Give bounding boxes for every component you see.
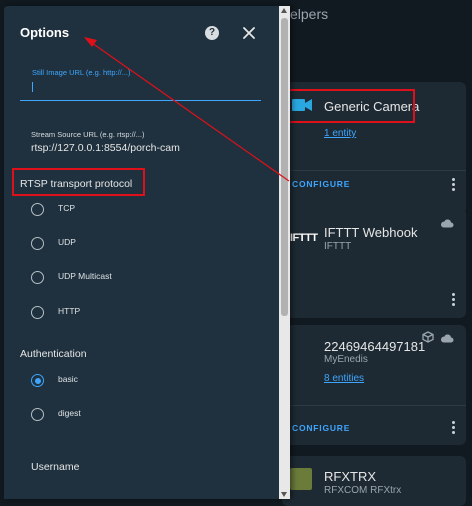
ifttt-logo: IFTTT — [290, 232, 318, 244]
card-subtitle: IFTTT — [324, 241, 352, 252]
radio-label: UDP — [58, 237, 76, 247]
more-options-icon[interactable] — [452, 421, 456, 436]
rfxtrx-logo-icon — [290, 468, 312, 490]
annotation-box-rtsp — [12, 168, 145, 196]
still-image-url-placeholder: Still Image URL (e.g. http://...) — [32, 68, 131, 77]
radio-button-checked[interactable] — [31, 374, 44, 387]
radio-button[interactable] — [31, 271, 44, 284]
radio-button[interactable] — [31, 203, 44, 216]
dialog-scrollbar[interactable] — [279, 6, 290, 499]
page-header: elpers — [290, 0, 472, 28]
radio-label: basic — [58, 374, 78, 384]
configure-button[interactable]: CONFIGURE — [292, 179, 350, 189]
radio-label: HTTP — [58, 306, 81, 316]
card-title: RFXTRX — [324, 469, 376, 484]
text-caret — [32, 82, 33, 92]
page-header-title: elpers — [290, 6, 329, 22]
username-label: Username — [31, 461, 80, 473]
radio-label: UDP Multicast — [58, 271, 112, 281]
authentication-label: Authentication — [20, 348, 87, 360]
integration-card-ifttt[interactable]: IFTTT IFTTT Webhook IFTTT — [282, 208, 466, 318]
entities-link[interactable]: 8 entities — [324, 373, 364, 384]
entities-link[interactable]: 1 entity — [324, 128, 356, 139]
card-title: 22469464497181 — [324, 339, 426, 354]
more-options-icon[interactable] — [452, 178, 456, 193]
stream-source-value[interactable]: rtsp://127.0.0.1:8554/porch-cam — [31, 142, 180, 154]
card-subtitle: MyEnedis — [324, 354, 368, 365]
package-icon — [422, 331, 434, 343]
radio-button[interactable] — [31, 237, 44, 250]
card-title: IFTTT Webhook — [324, 225, 418, 240]
close-icon[interactable] — [242, 26, 256, 40]
radio-label: digest — [58, 408, 81, 418]
cloud-icon — [440, 219, 454, 228]
scroll-thumb[interactable] — [281, 18, 288, 316]
cloud-icon — [440, 334, 454, 343]
more-options-icon[interactable] — [452, 293, 456, 308]
stream-source-label: Stream Source URL (e.g. rtsp://...) — [31, 130, 145, 139]
integration-card-myenedis[interactable]: 22469464497181 MyEnedis 8 entities CONFI… — [282, 325, 466, 445]
field-underline — [20, 100, 261, 101]
radio-button[interactable] — [31, 306, 44, 319]
scroll-down-icon[interactable] — [281, 492, 287, 497]
radio-label: TCP — [58, 203, 75, 213]
annotation-box-generic-camera — [287, 89, 415, 123]
radio-button[interactable] — [31, 408, 44, 421]
card-subtitle: RFXCOM RFXtrx — [324, 485, 402, 496]
dialog-title: Options — [20, 25, 70, 40]
help-icon[interactable]: ? — [205, 26, 219, 40]
scroll-up-icon[interactable] — [281, 8, 287, 13]
options-dialog: Options ? Still Image URL (e.g. http://.… — [4, 6, 290, 499]
card-divider — [282, 405, 466, 406]
card-divider — [282, 170, 466, 171]
configure-button[interactable]: CONFIGURE — [292, 423, 350, 433]
